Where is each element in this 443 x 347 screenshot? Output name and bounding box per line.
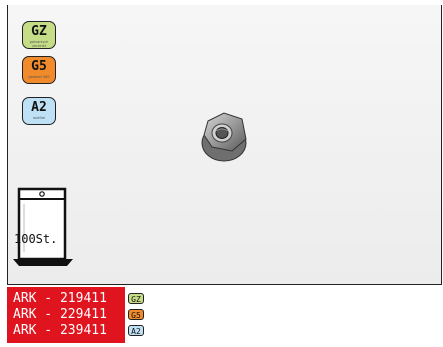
finish-badge-code: GZ — [31, 24, 47, 39]
finish-badge-a2: A2 rostfrei — [22, 97, 56, 125]
finish-badge-g5: G5 geomet 500 — [22, 56, 56, 84]
mini-finish-badge-gz: GZ — [128, 293, 144, 304]
finish-badge-gz: GZ galvanisch verzinkt — [22, 21, 56, 49]
mini-finish-badge-a2: A2 — [128, 325, 144, 336]
article-number-g5: ARK - 229411 — [13, 307, 107, 322]
finish-badge-subtitle: rostfrei — [32, 116, 46, 120]
article-number-a2: ARK - 239411 — [13, 323, 107, 338]
flange-nut-icon — [201, 112, 247, 162]
bag-quantity-label: 100St. — [14, 232, 58, 246]
bag-icon — [13, 187, 73, 266]
finish-badge-code: G5 — [31, 59, 47, 74]
finish-badge-code: A2 — [31, 100, 47, 115]
article-number-gz: ARK - 219411 — [13, 291, 107, 306]
finish-badge-subtitle: geomet 500 — [28, 75, 50, 79]
mini-finish-badge-g5: G5 — [128, 309, 144, 320]
finish-badge-subtitle: galvanisch verzinkt — [29, 40, 49, 48]
